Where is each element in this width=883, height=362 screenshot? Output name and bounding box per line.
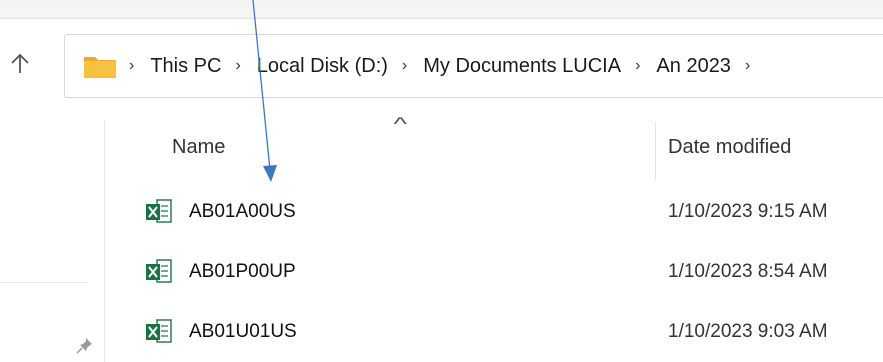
file-name[interactable]: AB01U01US	[189, 321, 297, 343]
window-top-strip	[0, 0, 883, 19]
sort-ascending-icon: ^	[393, 114, 407, 134]
chevron-right-icon[interactable]: ›	[635, 57, 640, 75]
excel-file-icon	[146, 319, 172, 343]
excel-file-icon	[146, 259, 172, 283]
file-row[interactable]: AB01P00UP 1/10/2023 8:54 AM	[105, 245, 883, 301]
chevron-right-icon[interactable]: ›	[402, 57, 407, 75]
up-arrow-glyph	[11, 53, 29, 73]
pin-icon[interactable]	[76, 336, 94, 354]
file-date-modified: 1/10/2023 9:15 AM	[668, 201, 828, 222]
file-row[interactable]: AB01U01US 1/10/2023 9:03 AM	[105, 305, 883, 361]
excel-file-icon	[146, 199, 172, 223]
file-date-modified: 1/10/2023 8:54 AM	[668, 261, 828, 282]
chevron-right-icon[interactable]: ›	[129, 57, 134, 75]
column-header-date-modified[interactable]: Date modified	[668, 136, 791, 159]
folder-icon	[84, 57, 116, 78]
file-row[interactable]: AB01A00US 1/10/2023 9:15 AM	[105, 185, 883, 241]
column-divider[interactable]	[655, 122, 656, 180]
file-date-modified: 1/10/2023 9:03 AM	[668, 321, 828, 342]
column-header-name[interactable]: Name	[172, 136, 225, 159]
breadcrumb-this-pc[interactable]: This PC	[150, 55, 221, 78]
file-name[interactable]: AB01P00UP	[189, 261, 296, 283]
up-arrow-icon[interactable]	[8, 50, 32, 76]
breadcrumb-my-documents[interactable]: My Documents LUCIA	[423, 55, 621, 78]
nav-pane-separator	[0, 282, 88, 283]
address-bar[interactable]: › This PC › Local Disk (D:) › My Documen…	[64, 34, 883, 98]
file-name[interactable]: AB01A00US	[189, 201, 296, 223]
chevron-right-icon[interactable]: ›	[745, 57, 750, 75]
chevron-right-icon[interactable]: ›	[235, 57, 240, 75]
breadcrumb-an-2023[interactable]: An 2023	[656, 55, 731, 78]
breadcrumb-local-disk[interactable]: Local Disk (D:)	[257, 55, 388, 78]
